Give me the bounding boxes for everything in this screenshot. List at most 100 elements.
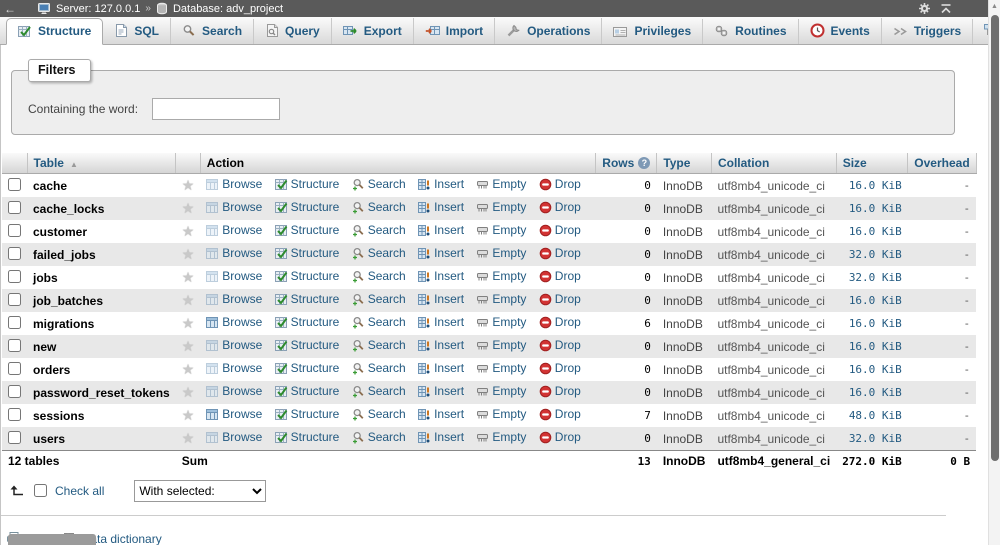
browse-link[interactable]: Browse bbox=[206, 315, 262, 329]
row-checkbox[interactable] bbox=[8, 223, 21, 237]
drop-link[interactable]: Drop bbox=[539, 177, 581, 191]
browse-link[interactable]: Browse bbox=[206, 177, 262, 191]
favorite-star-icon[interactable]: ★ bbox=[182, 269, 195, 285]
console-tab[interactable] bbox=[8, 534, 96, 545]
page-scrollbar[interactable]: ▲ bbox=[988, 0, 1000, 545]
insert-link[interactable]: Insert bbox=[418, 315, 464, 329]
browse-link[interactable]: Browse bbox=[206, 200, 262, 214]
empty-link[interactable]: Empty bbox=[476, 200, 526, 214]
insert-link[interactable]: Insert bbox=[418, 361, 464, 375]
search-link[interactable]: Search bbox=[352, 269, 406, 283]
row-checkbox[interactable] bbox=[8, 292, 21, 306]
row-checkbox[interactable] bbox=[8, 384, 21, 398]
insert-link[interactable]: Insert bbox=[418, 269, 464, 283]
browse-link[interactable]: Browse bbox=[206, 384, 262, 398]
structure-link[interactable]: Structure bbox=[274, 407, 339, 421]
insert-link[interactable]: Insert bbox=[418, 177, 464, 191]
drop-link[interactable]: Drop bbox=[539, 269, 581, 283]
favorite-star-icon[interactable]: ★ bbox=[182, 430, 195, 446]
structure-link[interactable]: Structure bbox=[274, 246, 339, 260]
browse-link[interactable]: Browse bbox=[206, 338, 262, 352]
table-name-link[interactable]: migrations bbox=[33, 317, 94, 331]
table-name-link[interactable]: sessions bbox=[33, 409, 84, 423]
header-type[interactable]: Type bbox=[656, 153, 712, 174]
browse-link[interactable]: Browse bbox=[206, 407, 262, 421]
drop-link[interactable]: Drop bbox=[539, 292, 581, 306]
tab-query[interactable]: Query bbox=[254, 18, 332, 44]
insert-link[interactable]: Insert bbox=[418, 223, 464, 237]
search-link[interactable]: Search bbox=[352, 200, 406, 214]
search-link[interactable]: Search bbox=[352, 315, 406, 329]
with-selected-dropdown[interactable]: With selected: bbox=[134, 479, 267, 502]
browse-link[interactable]: Browse bbox=[206, 269, 262, 283]
table-name-link[interactable]: customer bbox=[33, 225, 87, 239]
breadcrumb-database[interactable]: Database: adv_project bbox=[173, 3, 283, 15]
structure-link[interactable]: Structure bbox=[274, 384, 339, 398]
row-checkbox[interactable] bbox=[8, 315, 21, 329]
empty-link[interactable]: Empty bbox=[476, 223, 526, 237]
table-name-link[interactable]: job_batches bbox=[33, 294, 103, 308]
drop-link[interactable]: Drop bbox=[539, 338, 581, 352]
browse-link[interactable]: Browse bbox=[206, 223, 262, 237]
insert-link[interactable]: Insert bbox=[418, 338, 464, 352]
tab-structure[interactable]: Structure bbox=[6, 18, 104, 45]
row-checkbox[interactable] bbox=[8, 407, 21, 421]
structure-link[interactable]: Structure bbox=[274, 269, 339, 283]
tab-search[interactable]: Search bbox=[171, 19, 255, 44]
header-size[interactable]: Size bbox=[836, 153, 909, 174]
search-link[interactable]: Search bbox=[352, 246, 406, 260]
drop-link[interactable]: Drop bbox=[539, 223, 581, 237]
insert-link[interactable]: Insert bbox=[418, 430, 464, 444]
empty-link[interactable]: Empty bbox=[476, 338, 526, 352]
structure-link[interactable]: Structure bbox=[274, 338, 339, 352]
empty-link[interactable]: Empty bbox=[476, 177, 526, 191]
row-checkbox[interactable] bbox=[8, 361, 21, 375]
search-link[interactable]: Search bbox=[352, 292, 406, 306]
structure-link[interactable]: Structure bbox=[274, 200, 339, 214]
drop-link[interactable]: Drop bbox=[539, 407, 581, 421]
structure-link[interactable]: Structure bbox=[274, 177, 339, 191]
drop-link[interactable]: Drop bbox=[539, 315, 581, 329]
table-name-link[interactable]: users bbox=[33, 432, 65, 446]
structure-link[interactable]: Structure bbox=[274, 223, 339, 237]
favorite-star-icon[interactable]: ★ bbox=[182, 338, 195, 354]
empty-link[interactable]: Empty bbox=[476, 269, 526, 283]
empty-link[interactable]: Empty bbox=[476, 246, 526, 260]
structure-link[interactable]: Structure bbox=[274, 292, 339, 306]
search-link[interactable]: Search bbox=[352, 361, 406, 375]
favorite-star-icon[interactable]: ★ bbox=[182, 315, 195, 331]
empty-link[interactable]: Empty bbox=[476, 430, 526, 444]
tab-privileges[interactable]: Privileges bbox=[602, 19, 704, 44]
favorite-star-icon[interactable]: ★ bbox=[182, 200, 195, 216]
drop-link[interactable]: Drop bbox=[539, 430, 581, 444]
structure-link[interactable]: Structure bbox=[274, 430, 339, 444]
search-link[interactable]: Search bbox=[352, 407, 406, 421]
breadcrumb-server[interactable]: Server: 127.0.0.1 bbox=[56, 3, 140, 15]
table-name-link[interactable]: cache bbox=[33, 179, 67, 193]
row-checkbox[interactable] bbox=[8, 269, 21, 283]
search-link[interactable]: Search bbox=[352, 384, 406, 398]
scrollbar-up-arrow-icon[interactable]: ▲ bbox=[989, 0, 1000, 14]
browse-link[interactable]: Browse bbox=[206, 361, 262, 375]
favorite-star-icon[interactable]: ★ bbox=[182, 177, 195, 193]
browse-link[interactable]: Browse bbox=[206, 430, 262, 444]
insert-link[interactable]: Insert bbox=[418, 246, 464, 260]
table-name-link[interactable]: cache_locks bbox=[33, 202, 104, 216]
tab-export[interactable]: Export bbox=[332, 18, 414, 44]
scroll-to-top-icon[interactable] bbox=[940, 3, 952, 15]
table-name-link[interactable]: jobs bbox=[33, 271, 58, 285]
row-checkbox[interactable] bbox=[8, 430, 21, 444]
search-link[interactable]: Search bbox=[352, 223, 406, 237]
insert-link[interactable]: Insert bbox=[418, 407, 464, 421]
search-link[interactable]: Search bbox=[352, 177, 406, 191]
tab-triggers[interactable]: Triggers bbox=[882, 19, 974, 44]
insert-link[interactable]: Insert bbox=[418, 200, 464, 214]
row-checkbox[interactable] bbox=[8, 177, 21, 191]
tab-operations[interactable]: Operations bbox=[495, 18, 603, 44]
table-name-link[interactable]: password_reset_tokens bbox=[33, 386, 170, 400]
empty-link[interactable]: Empty bbox=[476, 361, 526, 375]
collapse-nav-arrow-icon[interactable]: ← bbox=[4, 3, 16, 15]
insert-link[interactable]: Insert bbox=[418, 292, 464, 306]
favorite-star-icon[interactable]: ★ bbox=[182, 361, 195, 377]
favorite-star-icon[interactable]: ★ bbox=[182, 407, 195, 423]
